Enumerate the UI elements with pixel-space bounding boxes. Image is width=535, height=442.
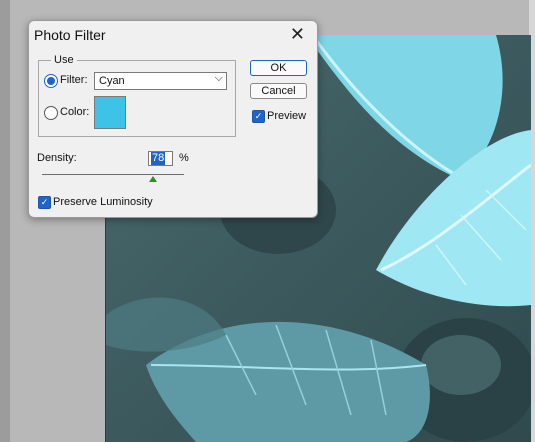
- filter-radio[interactable]: [44, 74, 58, 88]
- dialog-title: Photo Filter: [34, 27, 106, 43]
- density-input[interactable]: 78: [148, 151, 173, 166]
- density-value: 78: [151, 152, 166, 165]
- ok-button[interactable]: OK: [250, 60, 307, 76]
- use-legend: Use: [51, 54, 77, 66]
- density-slider-track[interactable]: [42, 174, 184, 175]
- color-label: Color:: [60, 106, 90, 118]
- photo-filter-dialog: Photo Filter ✕ Use Filter: Cyan ⌵ Color:…: [28, 20, 318, 218]
- filter-select-value: Cyan: [99, 75, 125, 87]
- color-radio[interactable]: [44, 106, 58, 120]
- preserve-luminosity-checkbox[interactable]: ✓: [38, 196, 51, 209]
- close-icon[interactable]: ✕: [290, 24, 305, 45]
- preserve-luminosity-label: Preserve Luminosity: [53, 196, 153, 208]
- color-swatch[interactable]: [94, 96, 126, 129]
- preview-label: Preview: [267, 110, 307, 122]
- left-panel-edge: [0, 0, 10, 442]
- chevron-down-icon: ⌵: [214, 72, 223, 84]
- filter-select[interactable]: Cyan ⌵: [94, 72, 227, 90]
- density-slider-thumb[interactable]: [148, 176, 157, 182]
- preview-checkbox[interactable]: ✓: [252, 110, 265, 123]
- density-unit: %: [179, 152, 189, 164]
- density-label: Density:: [37, 152, 77, 164]
- cancel-button[interactable]: Cancel: [250, 83, 307, 99]
- filter-label: Filter:: [60, 74, 88, 86]
